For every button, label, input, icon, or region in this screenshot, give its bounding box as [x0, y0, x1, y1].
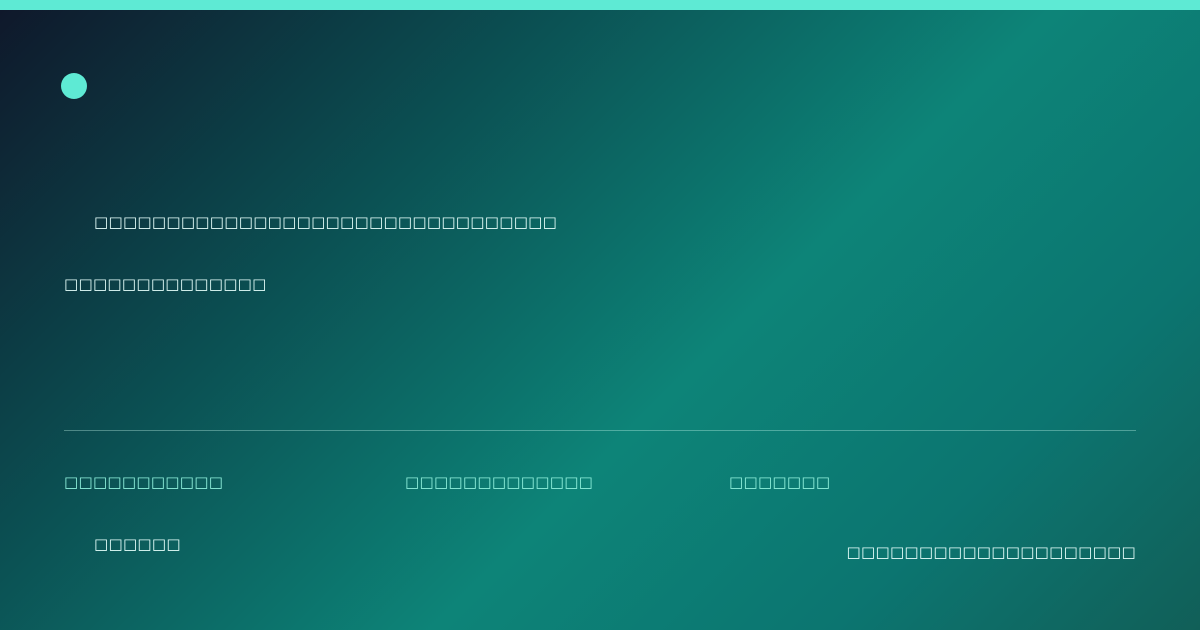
brand-name: □□□□□□ [94, 535, 181, 553]
accent-dot-icon [61, 73, 87, 99]
stat-item: □□□□□□□□□□□ [64, 473, 224, 491]
divider [64, 430, 1136, 431]
accent-bar [0, 0, 1200, 10]
subline: □□□□□□□□□□□□□□ [64, 275, 267, 293]
stat-item: □□□□□□□□□□□□□ [405, 473, 594, 491]
stat-item: □□□□□□□ [729, 473, 831, 491]
share-card: □□□□□□□□□□□□□□□□□□□□□□□□□□□□□□□□ □□□□□□□… [0, 0, 1200, 630]
headline: □□□□□□□□□□□□□□□□□□□□□□□□□□□□□□□□ [94, 213, 558, 231]
site-url: □□□□□□□□□□□□□□□□□□□□ [846, 543, 1136, 561]
